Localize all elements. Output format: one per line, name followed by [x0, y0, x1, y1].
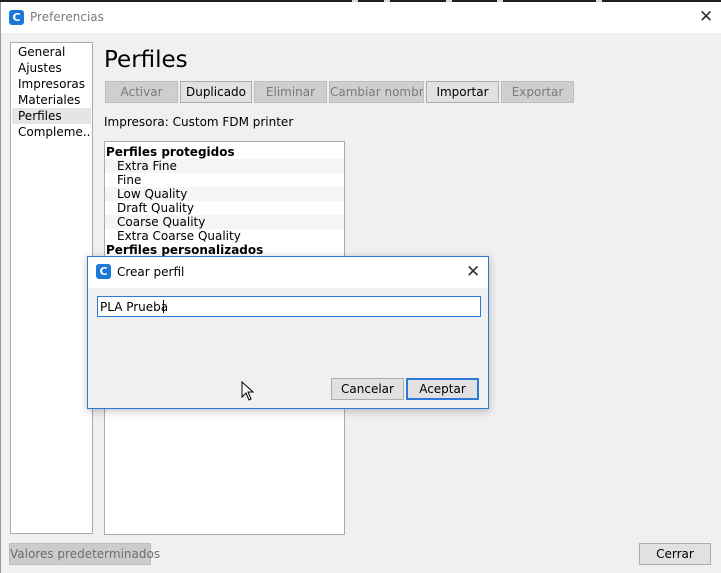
sidebar-item-perfiles[interactable]: Perfiles: [12, 108, 91, 124]
window-title: Preferencias: [30, 10, 104, 24]
sidebar-item-impresoras[interactable]: Impresoras: [12, 76, 91, 92]
activate-button[interactable]: Activar: [105, 81, 178, 103]
rename-button[interactable]: Cambiar nombre: [329, 81, 424, 103]
list-item[interactable]: Fine: [105, 173, 344, 187]
delete-button[interactable]: Eliminar: [254, 81, 327, 103]
cancel-button[interactable]: Cancelar: [331, 378, 404, 400]
list-item[interactable]: Extra Fine: [105, 159, 344, 173]
mouse-pointer-icon: [241, 381, 255, 401]
group-header-protected: Perfiles protegidos: [106, 145, 235, 159]
list-item[interactable]: Draft Quality: [105, 201, 344, 215]
sidebar: General Ajustes Impresoras Materiales Pe…: [10, 42, 93, 534]
sidebar-item-materiales[interactable]: Materiales: [12, 92, 91, 108]
cura-logo-icon: C: [96, 264, 111, 279]
export-button[interactable]: Exportar: [501, 81, 574, 103]
create-profile-dialog: C Crear perfil ✕ Cancelar Aceptar: [87, 256, 489, 409]
group-header-custom: Perfiles personalizados: [106, 243, 264, 257]
close-icon[interactable]: ✕: [699, 9, 713, 26]
text-caret: [163, 300, 164, 313]
list-item[interactable]: Extra Coarse Quality: [105, 229, 344, 243]
cura-logo-icon: C: [9, 10, 24, 25]
sidebar-item-ajustes[interactable]: Ajustes: [12, 60, 91, 76]
page-title: Perfiles: [104, 47, 188, 73]
duplicate-button[interactable]: Duplicado: [180, 81, 252, 103]
close-button[interactable]: Cerrar: [639, 543, 711, 565]
import-button[interactable]: Importar: [426, 81, 499, 103]
accept-button[interactable]: Aceptar: [406, 378, 479, 400]
profile-name-input[interactable]: [97, 296, 481, 317]
reset-defaults-button[interactable]: Valores predeterminados: [9, 543, 160, 565]
list-item[interactable]: Low Quality: [105, 187, 344, 201]
dialog-title-bar: C Crear perfil ✕: [88, 257, 488, 288]
dialog-title: Crear perfil: [117, 265, 185, 279]
sidebar-item-general[interactable]: General: [12, 44, 91, 60]
list-item[interactable]: Coarse Quality: [105, 215, 344, 229]
title-bar: C Preferencias ✕: [1, 2, 721, 33]
close-icon[interactable]: ✕: [466, 264, 480, 281]
sidebar-item-complementos[interactable]: Compleme...: [12, 124, 91, 140]
printer-label: Impresora: Custom FDM printer: [104, 115, 294, 129]
